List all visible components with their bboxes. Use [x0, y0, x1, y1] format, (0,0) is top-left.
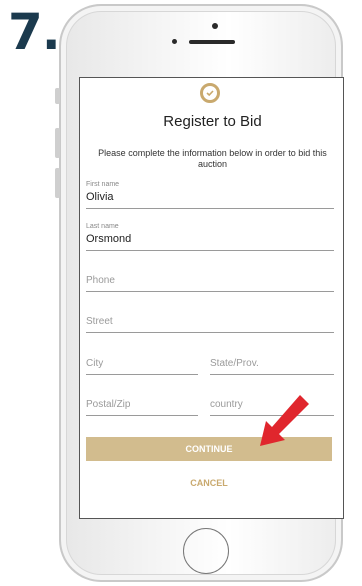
phone-mute-switch — [55, 88, 60, 104]
phone-sensor — [172, 39, 177, 44]
street-field[interactable]: Street — [86, 304, 334, 333]
first-name-label: First name — [86, 181, 120, 188]
phone-volume-up — [55, 128, 60, 158]
phone-volume-down — [55, 168, 60, 198]
postal-field[interactable]: Postal/Zip — [86, 388, 198, 416]
cancel-button[interactable]: CANCEL — [86, 474, 332, 492]
city-field[interactable]: City — [86, 347, 198, 375]
check-badge-icon — [200, 83, 220, 103]
first-name-field[interactable]: First name Olivia — [86, 181, 334, 209]
phone-placeholder: Phone — [86, 275, 115, 286]
last-name-field[interactable]: Last name Orsmond — [86, 223, 334, 251]
phone-home-button[interactable] — [183, 528, 229, 574]
city-placeholder: City — [86, 358, 104, 369]
last-name-label: Last name — [86, 223, 119, 230]
red-arrow-icon — [260, 395, 309, 446]
phone-camera — [212, 23, 218, 29]
form-description: Please complete the information below in… — [98, 148, 327, 169]
country-placeholder: country — [210, 399, 243, 410]
last-name-value: Orsmond — [86, 233, 132, 245]
first-name-value: Olivia — [86, 191, 114, 203]
state-field[interactable]: State/Prov. — [210, 347, 334, 375]
street-placeholder: Street — [86, 316, 113, 327]
state-placeholder: State/Prov. — [210, 358, 259, 369]
form-title: Register to Bid — [163, 113, 262, 130]
phone-speaker — [189, 40, 235, 44]
postal-placeholder: Postal/Zip — [86, 399, 131, 410]
step-number: 7. — [8, 3, 61, 61]
phone-field[interactable]: Phone — [86, 263, 334, 292]
